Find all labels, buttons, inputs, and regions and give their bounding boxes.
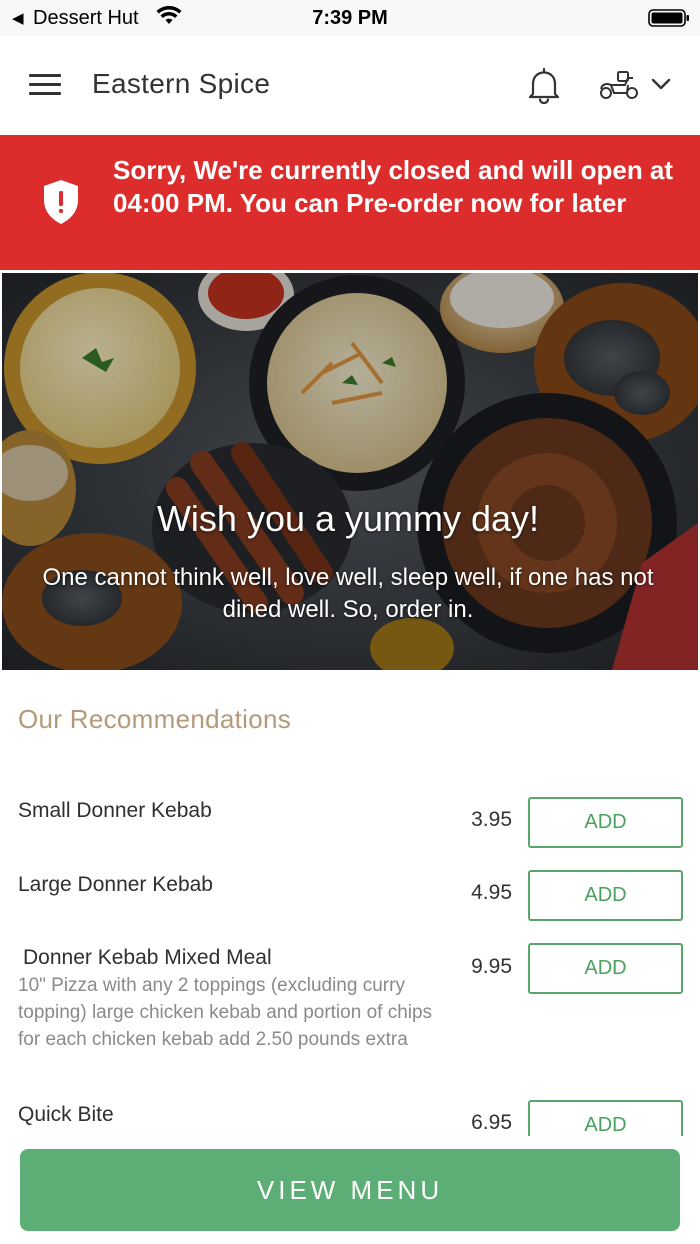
shield-alert-icon — [44, 180, 78, 224]
add-button[interactable]: ADD — [528, 943, 683, 994]
recommendations-heading: Our Recommendations — [18, 704, 292, 734]
item-price: 9.95 — [471, 955, 512, 978]
item-price: 6.95 — [471, 1111, 512, 1134]
item-price: 3.95 — [471, 808, 512, 831]
item-name: Small Donner Kebab — [18, 799, 212, 822]
restaurant-name: Eastern Spice — [92, 68, 271, 99]
view-menu-button[interactable]: VIEW MENU — [20, 1149, 680, 1231]
item-description: 10" Pizza with any 2 toppings (excluding… — [18, 975, 433, 1050]
item-name: Large Donner Kebab — [18, 873, 213, 896]
add-button[interactable]: ADD — [528, 1100, 683, 1136]
app-header: Eastern Spice — [0, 36, 700, 135]
item-name: Donner Kebab Mixed Meal — [23, 946, 272, 969]
delivery-scooter-icon[interactable] — [598, 70, 640, 100]
item-price: 4.95 — [471, 881, 512, 904]
chevron-down-icon[interactable] — [650, 76, 672, 92]
recommendations-list[interactable]: Small Donner Kebab 3.95 ADD Large Donner… — [0, 770, 700, 1136]
item-name: Quick Bite — [18, 1103, 114, 1126]
status-bar: ◀ Dessert Hut 7:39 PM — [0, 0, 700, 36]
bell-icon[interactable] — [527, 66, 561, 104]
add-button[interactable]: ADD — [528, 797, 683, 848]
add-button[interactable]: ADD — [528, 870, 683, 921]
closed-message: Sorry, We're currently closed and will o… — [113, 155, 674, 218]
hero-subtitle: One cannot think well, love well, sleep … — [42, 564, 654, 623]
closed-alert-banner: Sorry, We're currently closed and will o… — [0, 135, 700, 270]
hero-title: Wish you a yummy day! — [156, 498, 540, 539]
hamburger-menu-icon[interactable] — [29, 74, 61, 96]
battery-icon — [648, 9, 689, 27]
clock-time: 7:39 PM — [312, 7, 388, 29]
